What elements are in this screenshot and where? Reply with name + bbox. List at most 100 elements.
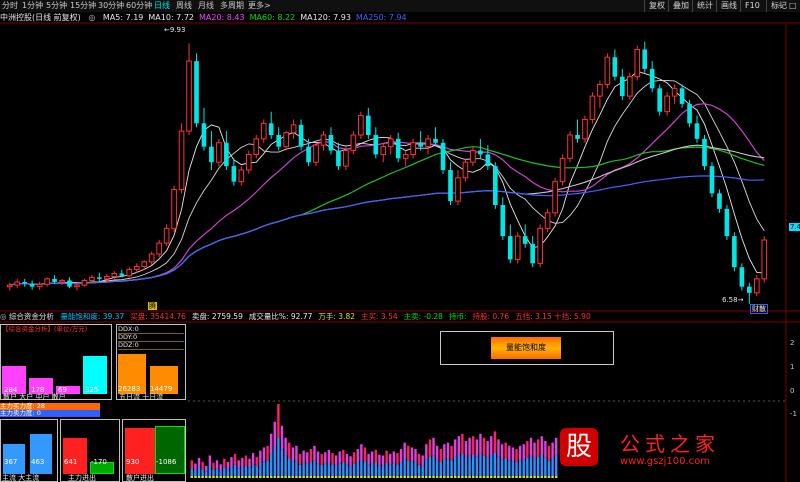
volume-bar bbox=[255, 457, 258, 467]
candle-body bbox=[433, 138, 438, 143]
volume-bar bbox=[338, 463, 341, 478]
sub-axis-label-2: 0 bbox=[790, 387, 795, 395]
candle-body bbox=[514, 235, 521, 260]
volume-bar bbox=[277, 404, 280, 438]
volume-bar bbox=[554, 455, 558, 478]
panel-bar3-2 bbox=[63, 438, 87, 474]
volume-bar bbox=[194, 463, 197, 471]
volume-bar bbox=[407, 445, 410, 461]
volume-bar bbox=[259, 450, 262, 463]
ma-line-MA5 bbox=[9, 70, 765, 286]
volume-bar bbox=[472, 436, 475, 455]
candle-body bbox=[67, 280, 72, 287]
candle-body bbox=[238, 169, 245, 183]
volume-bar bbox=[464, 441, 468, 458]
candle-body bbox=[268, 123, 274, 135]
start-marker: 腾 bbox=[148, 302, 157, 310]
volume-bar bbox=[392, 451, 396, 464]
volume-bar bbox=[410, 461, 414, 478]
volume-bar bbox=[446, 458, 450, 478]
volume-baseline bbox=[378, 476, 381, 478]
indicator-info-bar: ◎ 综合资金分析 量能饱和度: 39.37 买盘: 35414.76 卖盘: 275… bbox=[0, 312, 800, 322]
volume-baseline bbox=[201, 476, 204, 478]
candle-body bbox=[201, 123, 207, 147]
volume-baseline bbox=[338, 476, 341, 478]
volume-baseline bbox=[313, 476, 316, 478]
watermark-logo: 股 公式之家 www.gszj100.com bbox=[560, 428, 782, 472]
candle-body bbox=[298, 124, 304, 147]
volume-bar bbox=[417, 453, 421, 465]
candle-body bbox=[253, 138, 260, 155]
candle-body bbox=[171, 188, 177, 229]
candle-body bbox=[724, 208, 730, 237]
candle-body bbox=[328, 135, 334, 151]
volume-bar bbox=[486, 441, 489, 458]
volume-bar bbox=[352, 452, 356, 464]
volume-bar bbox=[515, 449, 518, 463]
candle-body bbox=[582, 118, 588, 140]
volume-bar bbox=[306, 452, 309, 464]
volume-bar bbox=[313, 445, 316, 461]
volume-bar bbox=[515, 462, 518, 478]
volume-baseline bbox=[291, 476, 295, 478]
indicator-item-7: 持币: bbox=[448, 312, 467, 321]
candle-body bbox=[612, 57, 618, 77]
indicator-item-3: 成交量比%: 92.77 bbox=[248, 312, 313, 321]
volume-baseline bbox=[342, 476, 345, 478]
volume-bar bbox=[262, 447, 266, 462]
volume-bar bbox=[536, 456, 540, 478]
candle-body bbox=[97, 277, 102, 279]
volume-bar bbox=[262, 461, 266, 478]
volume-baseline bbox=[490, 476, 493, 478]
volume-baseline bbox=[482, 476, 486, 478]
candle-body bbox=[671, 87, 678, 97]
volume-bar bbox=[316, 463, 320, 478]
candle-body bbox=[604, 56, 611, 85]
indicator-settings-icon[interactable]: ◎ bbox=[0, 312, 7, 321]
candle-body bbox=[306, 146, 311, 163]
volume-bar bbox=[295, 445, 298, 461]
volume-baseline bbox=[450, 476, 453, 478]
ma-line-MA60 bbox=[9, 146, 765, 286]
ma-line-MA10 bbox=[9, 80, 765, 286]
volume-bar bbox=[259, 462, 262, 478]
panel-bar2-labels: 五日流 十日流 bbox=[119, 393, 164, 401]
candle-body bbox=[126, 269, 133, 277]
volume-baseline bbox=[389, 476, 392, 478]
volume-bar bbox=[435, 460, 439, 478]
candle-body bbox=[104, 276, 110, 280]
panel-bar3-label-2: 散户进出 bbox=[126, 474, 154, 482]
candle-body bbox=[29, 283, 35, 287]
volume-bar bbox=[544, 441, 547, 458]
candle-body bbox=[119, 273, 125, 276]
volume-bar bbox=[493, 452, 497, 478]
volume-bar bbox=[511, 461, 515, 478]
volume-baseline bbox=[320, 476, 323, 478]
volume-bar bbox=[490, 454, 493, 478]
volume-bar bbox=[266, 445, 269, 461]
volume-bar bbox=[269, 433, 273, 454]
candle-body bbox=[52, 278, 57, 282]
candle-body bbox=[313, 144, 319, 163]
volume-bar bbox=[407, 460, 410, 478]
volume-baseline bbox=[370, 476, 374, 478]
volume-baseline bbox=[237, 476, 240, 478]
candle-body bbox=[418, 142, 423, 147]
candle-body bbox=[350, 134, 357, 152]
candle-body bbox=[694, 123, 700, 139]
volume-bar bbox=[251, 453, 255, 465]
volume-bar bbox=[392, 463, 396, 478]
volume-bar bbox=[457, 454, 460, 478]
candle-body bbox=[178, 130, 185, 190]
volume-bar bbox=[482, 437, 486, 456]
candle-body bbox=[260, 122, 267, 140]
volume-baseline bbox=[479, 476, 482, 478]
volume-bar bbox=[273, 447, 276, 478]
candle-body bbox=[224, 142, 229, 167]
volume-baseline bbox=[255, 476, 258, 478]
candle-body bbox=[163, 227, 170, 244]
volume-bar bbox=[428, 456, 432, 478]
volume-bar bbox=[251, 464, 255, 478]
candle-body bbox=[657, 88, 662, 112]
volume-bar bbox=[356, 449, 359, 463]
